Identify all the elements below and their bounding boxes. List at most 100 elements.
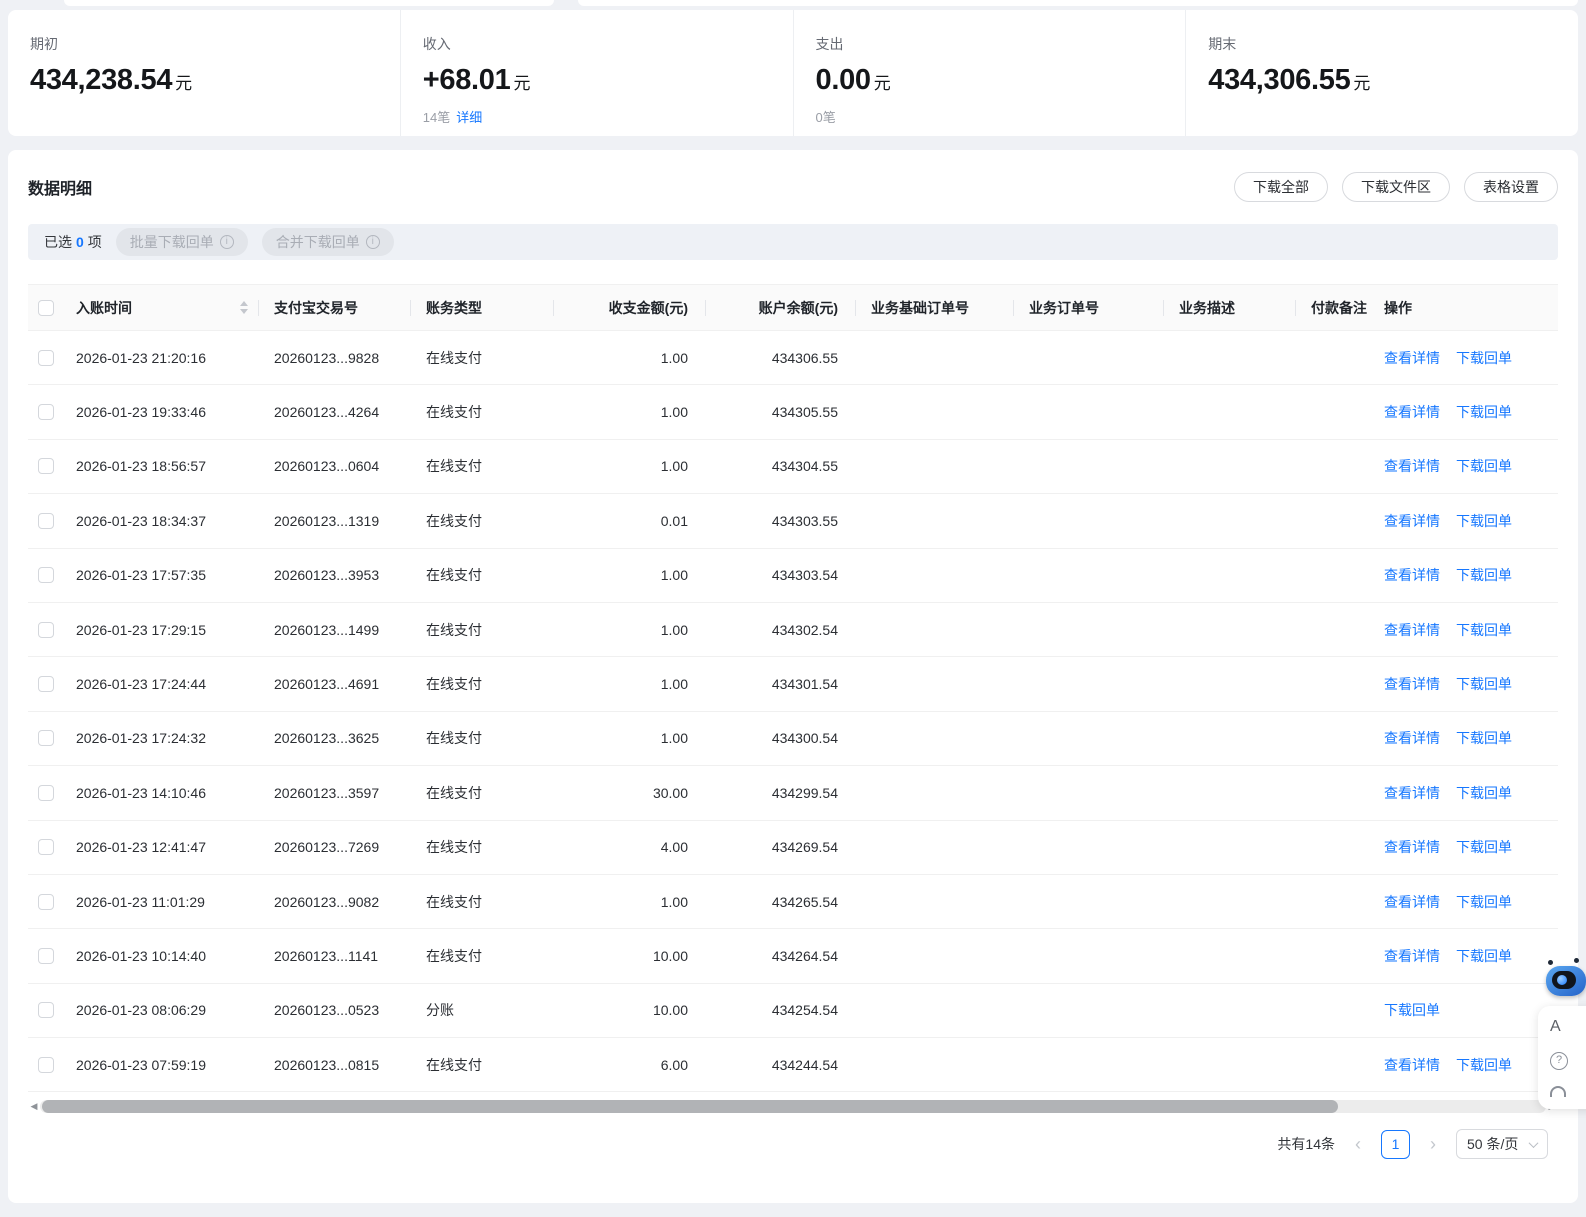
cell-entry-time: 2026-01-23 21:20:16 bbox=[66, 331, 258, 384]
cell-balance: 434244.54 bbox=[705, 1038, 855, 1091]
prev-page-icon[interactable]: ‹ bbox=[1353, 1135, 1363, 1153]
cell-account-type: 在线支付 bbox=[410, 1038, 553, 1091]
download-receipt-link[interactable]: 下载回单 bbox=[1456, 620, 1512, 640]
view-details-link[interactable]: 查看详情 bbox=[1384, 348, 1440, 368]
download-receipt-link[interactable]: 下载回单 bbox=[1456, 728, 1512, 748]
view-details-link[interactable]: 查看详情 bbox=[1384, 728, 1440, 748]
cell-description bbox=[1163, 1038, 1295, 1091]
headset-icon[interactable] bbox=[1550, 1086, 1566, 1097]
help-icon[interactable]: ? bbox=[1550, 1052, 1568, 1070]
closing-value: 434,306.55 bbox=[1208, 64, 1350, 96]
cell-entry-time: 2026-01-23 17:24:32 bbox=[66, 712, 258, 765]
view-details-link[interactable]: 查看详情 bbox=[1384, 565, 1440, 585]
row-checkbox[interactable] bbox=[38, 1002, 54, 1018]
view-details-link[interactable]: 查看详情 bbox=[1384, 511, 1440, 531]
cell-transaction-id: 20260123...3597 bbox=[258, 766, 410, 819]
row-checkbox[interactable] bbox=[38, 676, 54, 692]
row-checkbox[interactable] bbox=[38, 894, 54, 910]
scroll-left-arrow-icon[interactable]: ◀ bbox=[28, 1099, 40, 1113]
pagination: 共有14条 ‹ 1 › 50 条/页 bbox=[28, 1129, 1558, 1159]
view-details-link[interactable]: 查看详情 bbox=[1384, 837, 1440, 857]
view-details-link[interactable]: 查看详情 bbox=[1384, 1055, 1440, 1075]
next-page-icon[interactable]: › bbox=[1428, 1135, 1438, 1153]
view-details-link[interactable]: 查看详情 bbox=[1384, 402, 1440, 422]
cell-transaction-id: 20260123...7269 bbox=[258, 821, 410, 874]
cell-actions: 查看详情下载回单 bbox=[1368, 494, 1558, 547]
cell-entry-time: 2026-01-23 11:01:29 bbox=[66, 875, 258, 928]
row-checkbox[interactable] bbox=[38, 839, 54, 855]
row-checkbox[interactable] bbox=[38, 730, 54, 746]
cell-amount: 1.00 bbox=[553, 712, 705, 765]
download-receipt-link[interactable]: 下载回单 bbox=[1456, 1055, 1512, 1075]
assistant-item-a[interactable]: A bbox=[1550, 1018, 1561, 1036]
download-receipt-link[interactable]: 下载回单 bbox=[1384, 1000, 1440, 1020]
row-checkbox[interactable] bbox=[38, 404, 54, 420]
cell-account-type: 在线支付 bbox=[410, 603, 553, 656]
page-title: 数据明细 bbox=[28, 175, 92, 199]
row-checkbox[interactable] bbox=[38, 622, 54, 638]
row-checkbox[interactable] bbox=[38, 513, 54, 529]
cell-description bbox=[1163, 331, 1295, 384]
row-checkbox[interactable] bbox=[38, 1057, 54, 1073]
download-receipt-link[interactable]: 下载回单 bbox=[1456, 946, 1512, 966]
cell-amount: 1.00 bbox=[553, 549, 705, 602]
download-receipt-link[interactable]: 下载回单 bbox=[1456, 674, 1512, 694]
page-number-button[interactable]: 1 bbox=[1381, 1130, 1410, 1159]
download-receipt-link[interactable]: 下载回单 bbox=[1456, 565, 1512, 585]
download-file-area-button[interactable]: 下载文件区 bbox=[1342, 172, 1450, 202]
download-receipt-link[interactable]: 下载回单 bbox=[1456, 892, 1512, 912]
row-checkbox[interactable] bbox=[38, 785, 54, 801]
cell-order bbox=[1013, 929, 1163, 982]
cell-description bbox=[1163, 657, 1295, 710]
download-receipt-link[interactable]: 下载回单 bbox=[1456, 837, 1512, 857]
cell-amount: 10.00 bbox=[553, 929, 705, 982]
income-detail-link[interactable]: 详细 bbox=[456, 110, 482, 125]
download-all-button[interactable]: 下载全部 bbox=[1234, 172, 1328, 202]
download-receipt-link[interactable]: 下载回单 bbox=[1456, 402, 1512, 422]
view-details-link[interactable]: 查看详情 bbox=[1384, 620, 1440, 640]
batch-download-receipts-button[interactable]: 批量下载回单i bbox=[116, 228, 248, 256]
robot-assistant-icon[interactable] bbox=[1544, 958, 1586, 998]
top-remnant-right bbox=[578, 0, 1578, 6]
row-checkbox[interactable] bbox=[38, 948, 54, 964]
cell-order bbox=[1013, 766, 1163, 819]
cell-order bbox=[1013, 494, 1163, 547]
sort-icon[interactable] bbox=[240, 301, 248, 314]
cell-base-order bbox=[855, 494, 1013, 547]
view-details-link[interactable]: 查看详情 bbox=[1384, 783, 1440, 803]
view-details-link[interactable]: 查看详情 bbox=[1384, 674, 1440, 694]
page-size-select[interactable]: 50 条/页 bbox=[1456, 1129, 1548, 1159]
cell-account-type: 分账 bbox=[410, 984, 553, 1037]
cell-description bbox=[1163, 494, 1295, 547]
row-checkbox[interactable] bbox=[38, 567, 54, 583]
row-checkbox[interactable] bbox=[38, 458, 54, 474]
scrollbar-thumb[interactable] bbox=[42, 1100, 1338, 1113]
view-details-link[interactable]: 查看详情 bbox=[1384, 892, 1440, 912]
cell-entry-time: 2026-01-23 10:14:40 bbox=[66, 929, 258, 982]
table-row: 2026-01-23 18:34:3720260123...1319在线支付0.… bbox=[28, 494, 1558, 548]
cell-account-type: 在线支付 bbox=[410, 712, 553, 765]
row-checkbox[interactable] bbox=[38, 350, 54, 366]
cell-base-order bbox=[855, 712, 1013, 765]
cell-actions: 查看详情下载回单 bbox=[1368, 766, 1558, 819]
opening-label: 期初 bbox=[30, 34, 400, 54]
download-receipt-link[interactable]: 下载回单 bbox=[1456, 511, 1512, 531]
merge-download-receipts-button[interactable]: 合并下载回单i bbox=[262, 228, 394, 256]
cell-payer-remark bbox=[1295, 1038, 1368, 1091]
scrollbar-track[interactable] bbox=[40, 1100, 1546, 1113]
cell-transaction-id: 20260123...9828 bbox=[258, 331, 410, 384]
horizontal-scrollbar[interactable]: ◀ ▶ bbox=[28, 1099, 1558, 1113]
download-receipt-link[interactable]: 下载回单 bbox=[1456, 348, 1512, 368]
col-header-entry-time[interactable]: 入账时间 bbox=[66, 285, 258, 330]
expense-value: 0.00 bbox=[816, 64, 871, 96]
select-all-checkbox[interactable] bbox=[38, 300, 54, 316]
col-header-transaction-id: 支付宝交易号 bbox=[258, 285, 410, 330]
cell-description bbox=[1163, 766, 1295, 819]
summary-expense: 支出 0.00元 0笔 bbox=[793, 10, 1186, 136]
download-receipt-link[interactable]: 下载回单 bbox=[1456, 783, 1512, 803]
view-details-link[interactable]: 查看详情 bbox=[1384, 456, 1440, 476]
table-settings-button[interactable]: 表格设置 bbox=[1464, 172, 1558, 202]
download-receipt-link[interactable]: 下载回单 bbox=[1456, 456, 1512, 476]
view-details-link[interactable]: 查看详情 bbox=[1384, 946, 1440, 966]
cell-payer-remark bbox=[1295, 549, 1368, 602]
